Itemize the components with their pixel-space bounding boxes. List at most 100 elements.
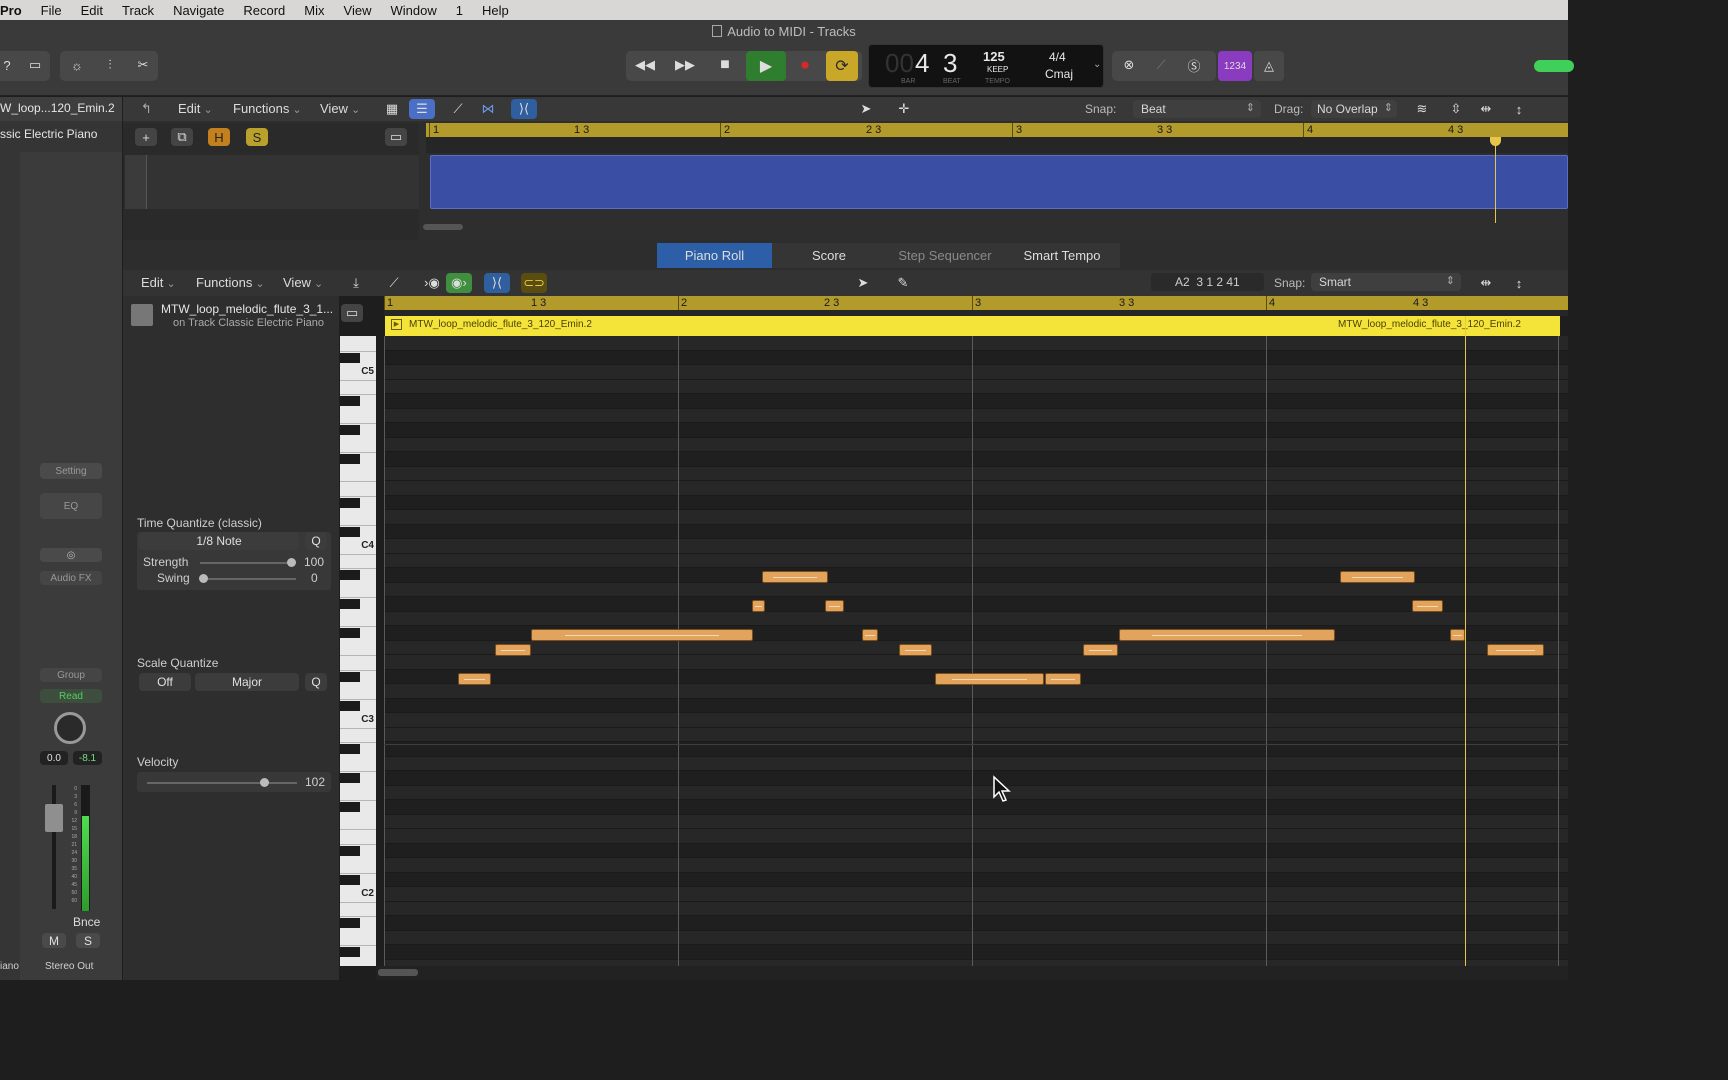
editor-catch-icon[interactable]: ⟩⟨ xyxy=(484,273,510,293)
black-key[interactable] xyxy=(340,497,360,508)
track-header[interactable] xyxy=(125,155,147,209)
piano-keyboard[interactable]: C5 C4 C3 C2 xyxy=(340,336,376,966)
piano-roll-grid[interactable] xyxy=(384,336,1568,966)
black-key[interactable] xyxy=(340,918,360,928)
audio-region[interactable] xyxy=(430,155,1568,209)
fast-forward-icon[interactable]: ▶▶ xyxy=(672,55,698,75)
editor-pointer-icon[interactable]: ➤ xyxy=(850,273,876,293)
black-key[interactable] xyxy=(340,671,360,682)
record-icon[interactable]: ● xyxy=(792,55,818,75)
lcd-chevron-down-icon[interactable]: ⌄ xyxy=(1093,59,1101,70)
editor-automation-icon[interactable]: ⟋ xyxy=(381,273,407,293)
menu-navigate[interactable]: Navigate xyxy=(163,3,233,18)
time-quantize-select[interactable]: 1/8 Note xyxy=(139,532,299,550)
midi-note[interactable] xyxy=(1083,644,1118,656)
stop-icon[interactable]: ■ xyxy=(712,55,738,75)
swing-knob[interactable] xyxy=(199,574,208,583)
tracks-scrollbar[interactable] xyxy=(423,224,463,230)
menu-window[interactable]: Window xyxy=(380,3,445,18)
height-icon[interactable]: ↕ xyxy=(1506,99,1532,119)
midi-note[interactable] xyxy=(762,571,828,583)
autopunch-icon[interactable]: ⟋ xyxy=(1148,55,1174,75)
editor-functions-menu[interactable]: Functions xyxy=(196,275,265,290)
tracks-snap-select[interactable]: Beat ⇕ xyxy=(1133,100,1261,118)
solo-button[interactable]: S xyxy=(76,933,100,948)
lcd-display[interactable]: 00 4 3 BAR BEAT 125 KEEP TEMPO 4/4 Cmaj … xyxy=(868,44,1104,88)
scale-root-select[interactable]: Off xyxy=(139,673,191,691)
tab-smart-tempo[interactable]: Smart Tempo xyxy=(1004,243,1120,268)
group-slot[interactable]: Group xyxy=(40,668,102,682)
editor-snap-select[interactable]: Smart ⇕ xyxy=(1311,273,1461,291)
count-in-button[interactable]: 1234 xyxy=(1218,51,1252,81)
black-key[interactable] xyxy=(340,802,360,812)
eq-button[interactable]: EQ xyxy=(40,493,102,519)
midi-out-icon[interactable]: ◉› xyxy=(446,273,472,293)
editor-edit-menu[interactable]: Edit xyxy=(141,275,176,290)
black-key[interactable] xyxy=(340,773,360,783)
flex-icon[interactable]: ⋈ xyxy=(475,99,501,119)
black-key[interactable] xyxy=(340,700,360,711)
lcd-tempo[interactable]: 125 xyxy=(983,49,1005,64)
black-key[interactable] xyxy=(340,396,360,406)
midi-note[interactable] xyxy=(935,673,1044,685)
automation-mode[interactable]: Read xyxy=(40,689,102,703)
inbox-icon[interactable]: ▭ xyxy=(22,55,48,75)
midi-in-icon[interactable]: ›◉ xyxy=(419,273,445,293)
add-track-button[interactable]: + xyxy=(135,128,157,146)
volume-fader[interactable] xyxy=(45,804,63,832)
vertical-zoom-icon[interactable]: ⇳ xyxy=(1443,99,1469,119)
tracks-ruler[interactable]: 1 1 3 2 2 3 3 3 3 4 4 3 xyxy=(426,123,1568,137)
strength-knob[interactable] xyxy=(287,558,296,567)
track-options-icon[interactable]: ▭ xyxy=(385,128,407,146)
metronome-icon[interactable]: ◬ xyxy=(1254,51,1284,81)
cycle-icon[interactable]: ⟳ xyxy=(826,51,858,81)
crosshair-tool-icon[interactable]: ✛ xyxy=(891,99,917,119)
editor-scrollbar-thumb[interactable] xyxy=(378,969,418,976)
back-icon[interactable]: ↰ xyxy=(141,101,152,117)
menu-file[interactable]: File xyxy=(31,3,71,18)
midi-note[interactable] xyxy=(495,644,531,656)
black-key[interactable] xyxy=(340,526,360,537)
midi-note[interactable] xyxy=(531,629,753,641)
list-view-icon[interactable]: ☰ xyxy=(409,99,435,119)
black-key[interactable] xyxy=(340,352,360,363)
strength-slider[interactable] xyxy=(200,562,296,564)
midi-note[interactable] xyxy=(1450,629,1465,641)
velocity-knob[interactable] xyxy=(260,778,269,787)
midi-note[interactable] xyxy=(1340,571,1415,583)
play-icon[interactable]: ▶ xyxy=(746,51,786,81)
tracks-edit-menu[interactable]: Edit xyxy=(178,101,213,116)
solo-track-button[interactable]: S xyxy=(246,128,268,146)
region-options-icon[interactable]: ▭ xyxy=(341,304,363,322)
velocity-slider[interactable] xyxy=(147,782,297,784)
midi-note[interactable] xyxy=(1045,673,1081,685)
editor-scrollbar-track[interactable] xyxy=(376,966,1568,980)
swing-slider[interactable] xyxy=(200,578,296,580)
tab-score[interactable]: Score xyxy=(772,243,886,268)
volume-value[interactable]: 0.0 xyxy=(40,751,68,765)
midi-note[interactable] xyxy=(825,600,844,612)
collapse-icon[interactable]: ⤓ xyxy=(343,273,369,293)
black-key[interactable] xyxy=(340,454,360,464)
midi-region-bar[interactable]: ▶ MTW_loop_melodic_flute_3_120_Emin.2 MT… xyxy=(385,316,1560,336)
editor-horizontal-zoom-icon[interactable]: ⇹ xyxy=(1473,273,1499,293)
audio-fx-slot[interactable]: Audio FX xyxy=(40,571,102,585)
pan-knob[interactable] xyxy=(54,712,86,744)
menu-track[interactable]: Track xyxy=(112,3,163,18)
hide-button[interactable]: H xyxy=(208,128,230,146)
tab-step-sequencer[interactable]: Step Sequencer xyxy=(886,243,1004,268)
editor-view-menu[interactable]: View xyxy=(283,275,323,290)
automation-icon[interactable]: ⟋ xyxy=(445,99,471,119)
tab-piano-roll[interactable]: Piano Roll xyxy=(657,243,772,268)
smart-controls-icon[interactable]: ☼ xyxy=(64,55,90,75)
midi-note[interactable] xyxy=(899,644,932,656)
black-key[interactable] xyxy=(340,744,360,754)
editors-scissors-icon[interactable]: ✂ xyxy=(130,55,156,75)
midi-note[interactable] xyxy=(862,629,878,641)
scale-quantize-q-button[interactable]: Q xyxy=(305,673,327,691)
menu-mix[interactable]: Mix xyxy=(294,3,333,18)
menu-help[interactable]: Help xyxy=(472,3,518,18)
link-icon[interactable]: ◎ xyxy=(40,548,102,562)
midi-note[interactable] xyxy=(1119,629,1335,641)
track-header-body[interactable] xyxy=(147,155,419,209)
